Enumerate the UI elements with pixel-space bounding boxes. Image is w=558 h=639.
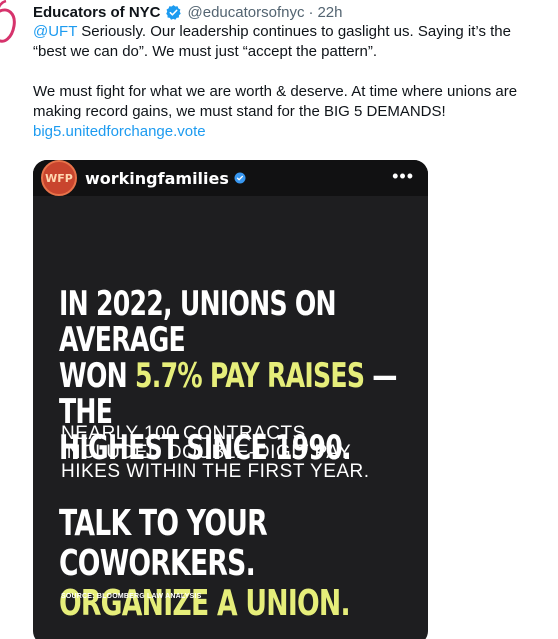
cta-highlight: ORGANIZE A UNION. [59,583,351,624]
call-to-action: TALK TO YOUR COWORKERS. ORGANIZE A UNION… [59,504,414,624]
more-options-icon: ••• [392,166,414,186]
media-post-header: WFP workingfamilies ••• [33,160,428,196]
tweet-text-line: We must fight for what we are worth & de… [33,83,518,100]
avatar[interactable] [0,0,18,44]
headline-highlight: 5.7% PAY RAISES [135,356,365,396]
headline-line: IN 2022, UNIONS ON AVERAGE [59,284,337,360]
timestamp[interactable]: 22h [317,4,342,21]
subtext-line: HIKES WITHIN THE FIRST YEAR. [61,461,370,482]
tweet-media-image[interactable]: WFP workingfamilies ••• IN 2022, UNIONS … [33,160,428,639]
display-name[interactable]: Educators of NYC [33,4,161,21]
account-avatar: WFP [41,160,77,196]
tweet-header: Educators of NYC @educatorsofnyc · 22h [33,2,343,22]
verified-badge-icon [165,4,181,20]
subtext-line: INCLUDED DOUBLE-DIGIT PAY [61,442,352,463]
tweet-text: @UFT Seriously. Our leadership continues… [33,22,553,142]
apple-logo-icon [0,0,16,43]
external-link[interactable]: big5.unitedforchange.vote [33,123,206,140]
account-avatar-text: WFP [45,171,73,185]
verified-badge-icon [234,172,246,184]
mention-link[interactable]: @UFT [33,23,77,40]
headline-text: WON [59,356,136,396]
tweet-text-line: making record gains, we must stand for t… [33,103,446,120]
subtext-line: NEARLY 100 CONTRACTS [61,423,306,444]
account-name: workingfamilies [85,168,229,188]
tweet-text-line: “best we can do”. We must just “accept t… [33,43,378,60]
handle[interactable]: @educatorsofnyc [188,4,305,21]
tweet-text-line: Seriously. Our leadership continues to g… [77,23,511,40]
subtext: NEARLY 100 CONTRACTS INCLUDED DOUBLE-DIG… [61,424,370,481]
separator-dot: · [308,3,314,21]
source-note: SOURCE: BLOOMBERG LAW ANALYSIS [61,593,202,600]
cta-line: TALK TO YOUR COWORKERS. [59,503,268,584]
